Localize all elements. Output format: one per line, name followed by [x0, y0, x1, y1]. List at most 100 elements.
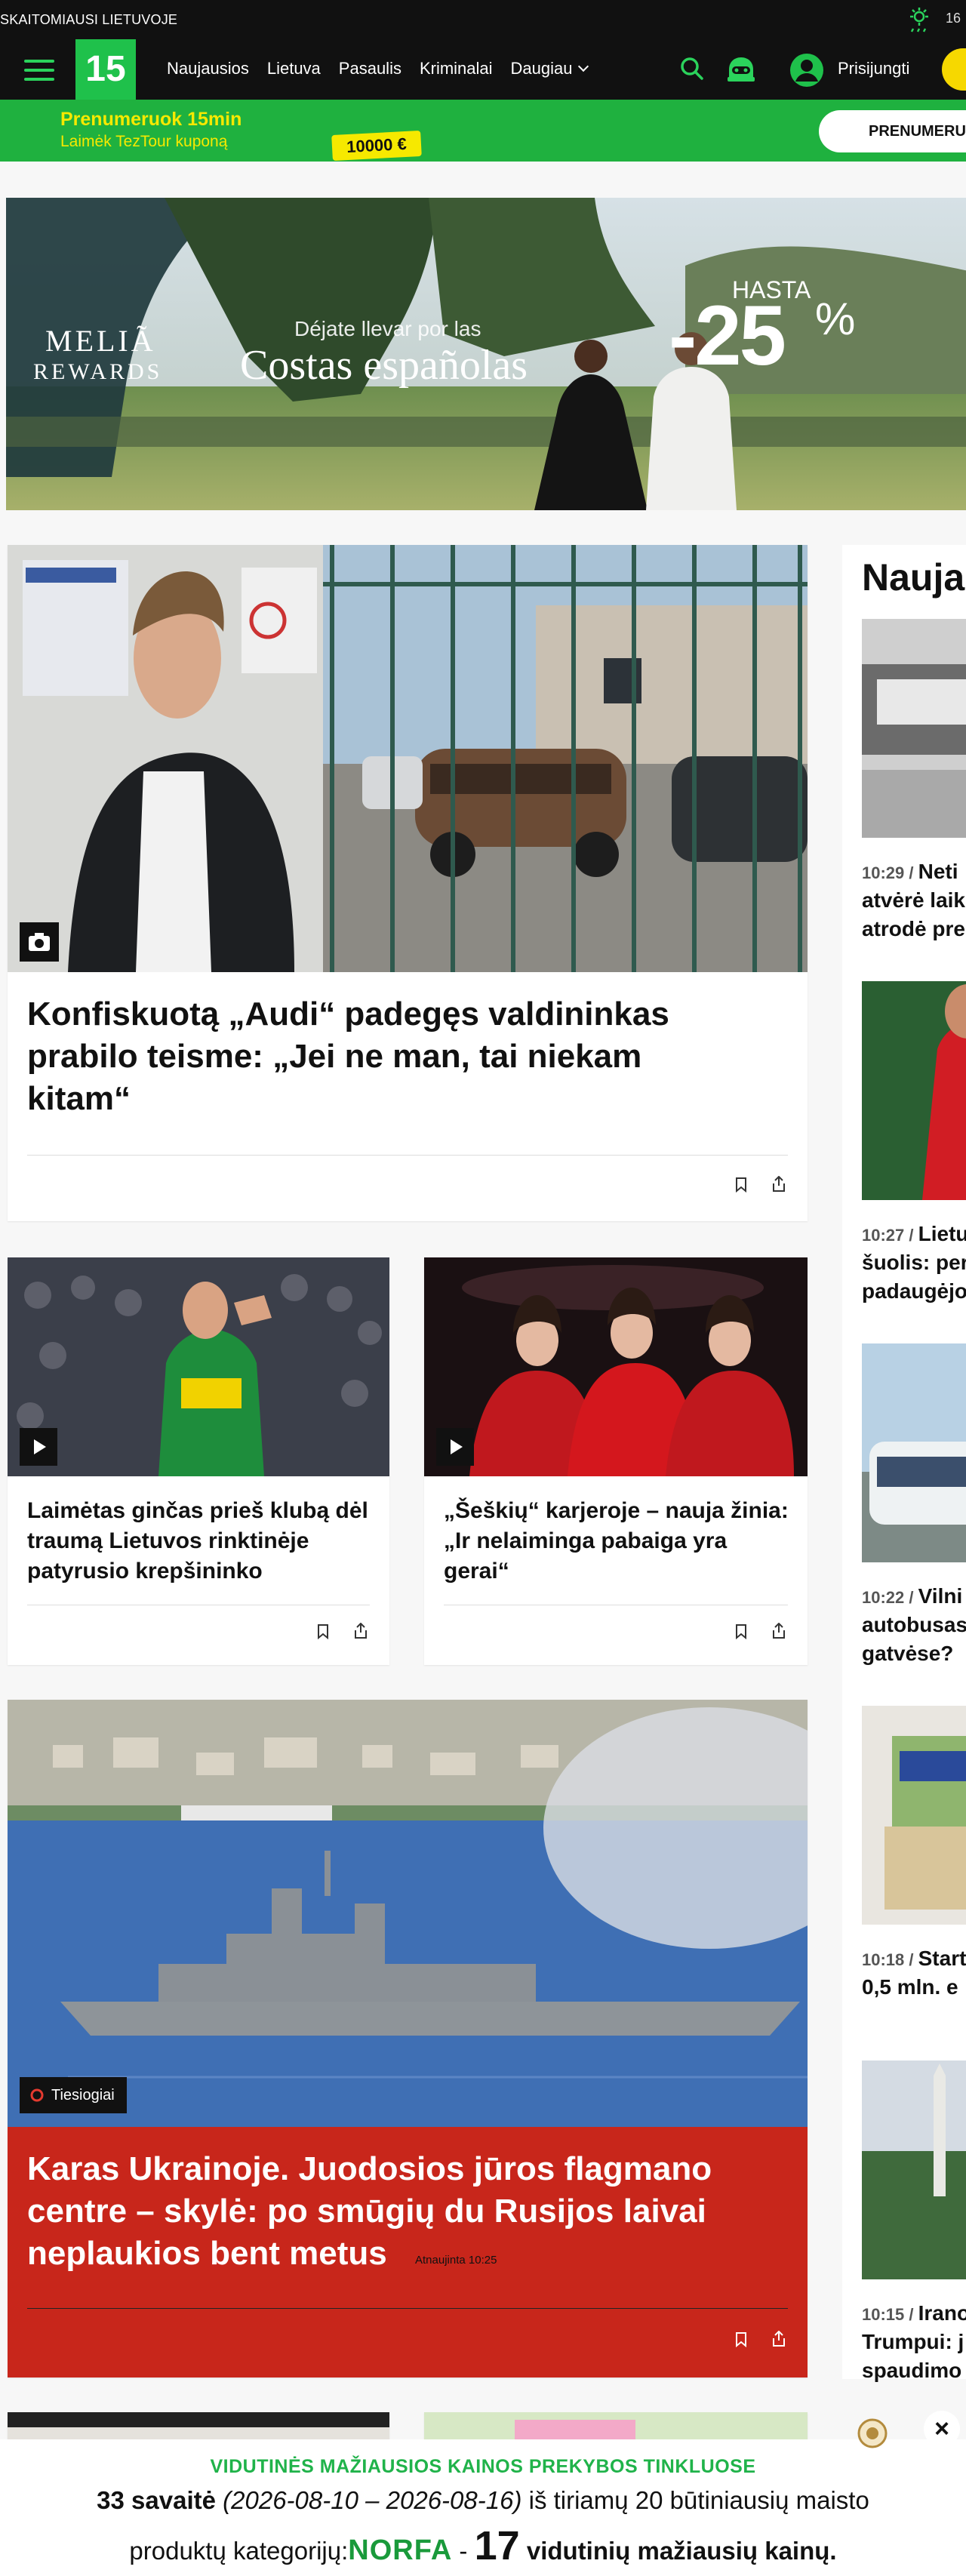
basketball-article-image: [8, 1257, 389, 1476]
banner-line1: 33 savaitė (2026-08-10 – 2026-08-16) iš …: [0, 2486, 966, 2515]
price-banner[interactable]: × VIDUTINĖS MAŽIAUSIOS KAINOS PREKYBOS T…: [0, 2411, 966, 2576]
weather-icon[interactable]: [904, 6, 934, 33]
share-icon[interactable]: [353, 1623, 368, 1639]
divider: [27, 1155, 788, 1156]
share-icon[interactable]: [771, 1176, 786, 1193]
banner-dates: (2026-08-10 – 2026-08-16): [223, 2486, 522, 2514]
sidebar-thumb-1[interactable]: [862, 619, 966, 838]
play-icon[interactable]: [436, 1428, 474, 1466]
banner-line2-a: produktų kategorijų:: [129, 2537, 349, 2565]
share-icon[interactable]: [771, 2331, 786, 2347]
share-icon[interactable]: [771, 1623, 786, 1639]
site-logo[interactable]: 15: [75, 39, 136, 100]
war-article-card[interactable]: Tiesiogiai Karas Ukrainoje. Juodosios jū…: [8, 1700, 808, 2377]
seskiu-title-line2[interactable]: „Ir nelaiminga pabaiga yra: [444, 1526, 727, 1556]
sidebar-thumb-3[interactable]: [862, 1343, 966, 1562]
banner-line2: produktų kategorijų:NORFA - 17 vidutinių…: [0, 2522, 966, 2569]
sidebar-item-3-line3[interactable]: gatvėse?: [862, 1639, 953, 1668]
promo-headline: Prenumeruok 15min: [60, 109, 242, 130]
sidebar-item-5-line2[interactable]: Trumpui: j: [862, 2328, 964, 2356]
article-card-seskiu[interactable]: „Šeškių“ karjeroje – nauja žinia: „Ir ne…: [424, 1257, 808, 1665]
top-strip: SKAITOMIAUSI LIETUVOJE 16: [0, 0, 966, 39]
bookmark-icon[interactable]: [317, 1624, 329, 1639]
sidebar-item-1-line2[interactable]: atvėrė laik: [862, 886, 965, 915]
banner-week: 33 savaitė: [97, 2486, 216, 2514]
nav-more[interactable]: Daugiau: [511, 59, 589, 78]
sidebar-item-5-line1[interactable]: 10:15 / Irano: [862, 2299, 966, 2329]
main-article-title-line2[interactable]: prabilo teisme: „Jei ne man, tai niekam: [27, 1036, 641, 1078]
bookmark-icon[interactable]: [735, 1624, 747, 1639]
ad-discount: -25: [669, 288, 786, 383]
menu-icon[interactable]: [24, 60, 54, 81]
banner-heading: VIDUTINĖS MAŽIAUSIOS KAINOS PREKYBOS TIN…: [210, 2456, 756, 2477]
article-card-basketball[interactable]: Laimėtas ginčas prieš klubą dėl traumą L…: [8, 1257, 389, 1665]
nav-link-lietuva[interactable]: Lietuva: [267, 59, 321, 78]
play-icon[interactable]: [20, 1428, 57, 1466]
sidebar-item-3-headline: Vilni: [918, 1584, 963, 1608]
promo-bar[interactable]: Prenumeruok 15min Laimėk TezTour kuponą …: [0, 100, 966, 162]
warship-article-image: [8, 1700, 808, 2127]
sidebar-thumb-4[interactable]: [862, 1706, 966, 1925]
ad-line1: Déjate llevar por las: [294, 317, 481, 340]
yellow-pill-button[interactable]: [942, 48, 966, 91]
sidebar-item-2-headline: Lietu: [918, 1222, 966, 1245]
live-dot-icon: [30, 2088, 44, 2102]
user-avatar-icon[interactable]: [789, 53, 824, 88]
sidebar-item-4-headline: Start: [918, 1947, 966, 1970]
sidebar-item-2-line2[interactable]: šuolis: per: [862, 1248, 966, 1277]
close-icon[interactable]: ×: [924, 2411, 960, 2447]
sidebar-item-4-line1[interactable]: 10:18 / Start: [862, 1944, 966, 1974]
search-icon[interactable]: [679, 56, 705, 82]
bot-icon[interactable]: [724, 54, 758, 85]
sidebar-item-1-line3[interactable]: atrodė pre: [862, 915, 965, 943]
banner-count: 17: [474, 2523, 520, 2568]
subscribe-button[interactable]: PRENUMERUOK: [819, 110, 966, 152]
basketball-title-line1[interactable]: Laimėtas ginčas prieš klubą dėl: [27, 1496, 368, 1526]
sidebar-item-4-time: 10:18: [862, 1950, 905, 1969]
sidebar-thumb-5[interactable]: [862, 2060, 966, 2279]
banner-badge-icon: [857, 2418, 888, 2448]
main-article-title-line3[interactable]: kitam“: [27, 1078, 131, 1120]
temperature: 16: [946, 11, 961, 26]
ad-line2: Costas españolas: [240, 342, 528, 389]
sidebar-item-1-line1[interactable]: 10:29 / Neti: [862, 857, 958, 888]
bookmark-icon[interactable]: [735, 2332, 747, 2347]
sidebar-item-4-line2[interactable]: 0,5 mln. e: [862, 1973, 958, 2002]
nav-link-pasaulis[interactable]: Pasaulis: [339, 59, 401, 78]
ad-banner[interactable]: MELIÃ REWARDS Déjate llevar por las Cost…: [6, 198, 966, 510]
war-title-line3[interactable]: neplaukios bent metus: [27, 2233, 387, 2275]
sidebar-item-3-time: 10:22: [862, 1588, 905, 1607]
basketball-title-line2[interactable]: traumą Lietuvos rinktinėje: [27, 1526, 309, 1556]
sidebar-title: Nauja: [862, 556, 965, 599]
main-article-title-line1[interactable]: Konfiskuotą „Audi“ padegęs valdininkas: [27, 993, 669, 1036]
seskiu-title-line1[interactable]: „Šeškių“ karjeroje – nauja žinia:: [444, 1496, 789, 1526]
bookmark-icon[interactable]: [735, 1177, 747, 1193]
login-link[interactable]: Prisijungti: [838, 59, 909, 78]
sidebar-item-5-time: 10:15: [862, 2305, 905, 2324]
seskiu-title-line3[interactable]: gerai“: [444, 1556, 509, 1587]
nav-link-kriminalai[interactable]: Kriminalai: [420, 59, 493, 78]
main-article-card[interactable]: Konfiskuotą „Audi“ padegęs valdininkas p…: [8, 545, 808, 1221]
war-title-line2[interactable]: centre – skylė: po smūgių du Rusijos lai…: [27, 2190, 706, 2233]
sidebar-item-2-line3[interactable]: padaugėjo: [862, 1277, 966, 1306]
banner-line1-rest: iš tiriamų 20 būtiniausių maisto: [521, 2486, 869, 2514]
sidebar-item-3-line1[interactable]: 10:22 / Vilni: [862, 1582, 962, 1612]
war-title-line1[interactable]: Karas Ukrainoje. Juodosios jūros flagman…: [27, 2148, 712, 2190]
sidebar-item-5-line3[interactable]: spaudimo: [862, 2356, 961, 2385]
camera-badge: [20, 922, 59, 962]
coupon-badge: 10000 €: [331, 130, 422, 162]
sidebar-thumb-2[interactable]: [862, 981, 966, 1200]
banner-dash: -: [452, 2537, 475, 2565]
latest-news-sidebar: Nauja 10:29 / Neti atvėrė laik atrodė pr…: [842, 545, 966, 2382]
basketball-title-line3[interactable]: patyrusio krepšininko: [27, 1556, 263, 1587]
sidebar-item-3-line2[interactable]: autobusas: [862, 1611, 966, 1639]
nav-link-naujausios[interactable]: Naujausios: [167, 59, 249, 78]
main-article-image: [8, 545, 808, 972]
divider: [27, 2308, 788, 2309]
promo-subline: Laimėk TezTour kuponą: [60, 133, 228, 150]
nav-links: Naujausios Lietuva Pasaulis Kriminalai D…: [167, 59, 589, 78]
ad-brand-line1: MELIÃ: [45, 324, 156, 358]
sidebar-item-2-line1[interactable]: 10:27 / Lietu: [862, 1220, 966, 1250]
main-nav: 15 Naujausios Lietuva Pasaulis Kriminala…: [0, 39, 966, 100]
norfa-logo: NORFA: [348, 2534, 453, 2566]
